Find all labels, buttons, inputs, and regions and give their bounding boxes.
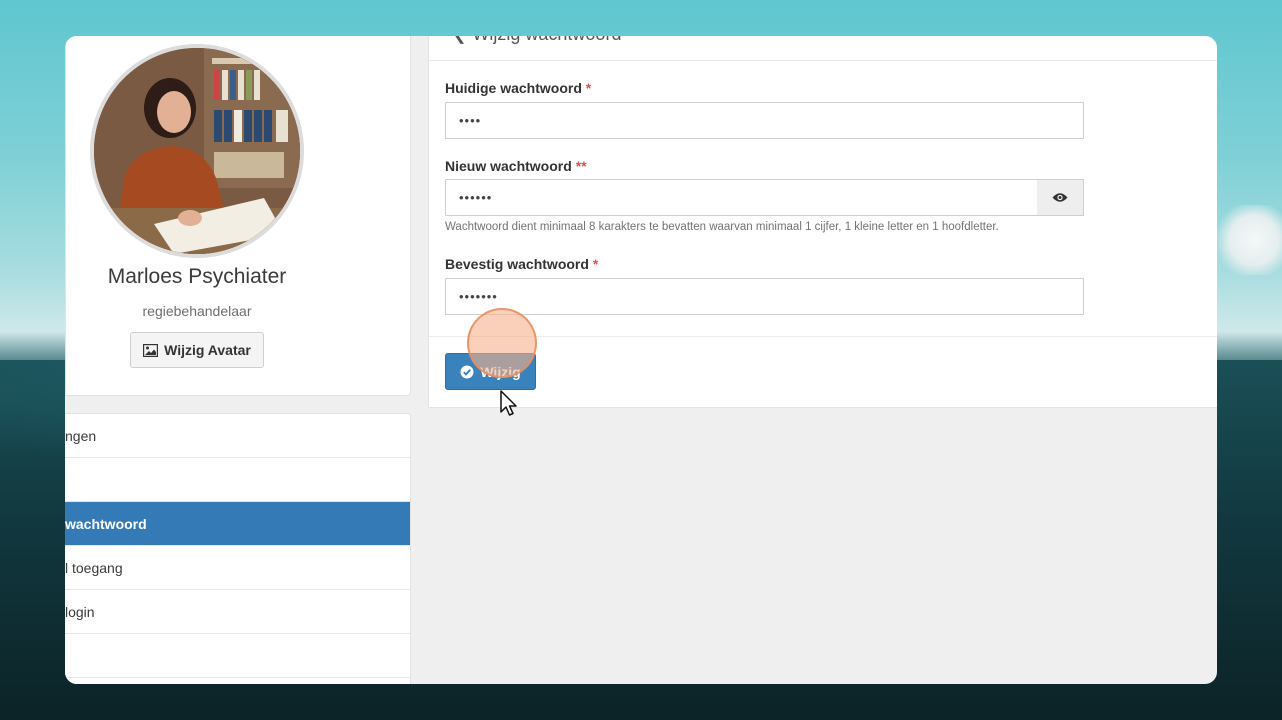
confirm-password-label-text: Bevestig wachtwoord [445,256,589,272]
menu-item-settings[interactable]: ngen [65,414,410,458]
profile-name: Marloes Psychiater [107,265,287,288]
panel-footer-divider [429,336,1217,337]
current-password-label-text: Huidige wachtwoord [445,80,582,96]
background-cloud [1212,205,1282,275]
current-password-input[interactable]: •••• [445,102,1084,139]
click-highlight [467,308,537,378]
menu-item-label: login [65,603,95,620]
confirm-password-label: Bevestig wachtwoord * [445,256,598,272]
required-marker: * [592,256,599,272]
change-avatar-label: Wijzig Avatar [164,342,251,358]
eye-icon [1052,193,1068,202]
change-password-panel: ❮ Wijzig wachtwoord Huidige wachtwoord *… [428,36,1217,408]
mouse-cursor-icon [500,390,517,416]
menu-item-2[interactable] [65,458,410,502]
new-password-input[interactable]: •••••• [445,179,1038,216]
settings-menu: ngen wachtwoord l toegang login [65,413,411,684]
required-marker: ** [575,158,587,174]
current-password-value: •••• [459,113,482,128]
menu-item-label: ngen [65,427,97,444]
new-password-value: •••••• [459,190,493,205]
profile-role: regiebehandelaar [142,303,252,319]
menu-item-login[interactable]: login [65,590,410,634]
profile-card: Marloes Psychiater regiebehandelaar Wijz… [65,36,411,396]
menu-item-access[interactable]: l toegang [65,546,410,590]
avatar [90,44,304,258]
menu-item-label: l toegang [65,559,123,576]
menu-item-change-password[interactable]: wachtwoord [65,502,410,546]
menu-item-label: wachtwoord [65,515,147,532]
confirm-password-value: ••••••• [459,289,498,304]
image-icon [143,343,159,357]
panel-title-text: Wijzig wachtwoord [472,36,621,45]
confirm-password-input[interactable]: ••••••• [445,278,1084,315]
check-circle-icon [460,365,474,378]
avatar-photo [94,48,300,254]
password-help-text: Wachtwoord dient minimaal 8 karakters te… [445,221,999,233]
required-marker: * [585,80,592,96]
panel-header: ❮ Wijzig wachtwoord [429,36,1217,61]
new-password-label-text: Nieuw wachtwoord [445,158,572,174]
panel-title: ❮ Wijzig wachtwoord [453,36,621,45]
new-password-label: Nieuw wachtwoord ** [445,158,587,174]
change-avatar-button[interactable]: Wijzig Avatar [130,332,264,368]
menu-item-6[interactable] [65,634,410,678]
chevron-left-icon[interactable]: ❮ [453,36,466,45]
current-password-label: Huidige wachtwoord * [445,80,591,96]
show-password-button[interactable] [1037,179,1084,216]
app-window: Marloes Psychiater regiebehandelaar Wijz… [65,36,1217,684]
